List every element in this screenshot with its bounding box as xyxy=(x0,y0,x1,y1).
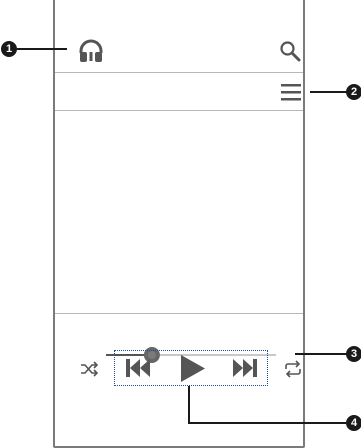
previous-icon[interactable] xyxy=(126,358,150,378)
repeat-icon[interactable] xyxy=(283,360,303,378)
callout-3-line xyxy=(295,353,347,355)
callout-4: 4 xyxy=(346,415,361,431)
content-area xyxy=(55,111,303,313)
play-icon[interactable] xyxy=(180,355,206,382)
menu-icon[interactable] xyxy=(281,84,303,102)
shuffle-icon[interactable] xyxy=(80,361,100,377)
callout-3: 3 xyxy=(346,346,361,362)
callout-4-line-vertical xyxy=(188,386,190,423)
headphones-icon[interactable] xyxy=(78,38,104,64)
callout-4-line xyxy=(188,422,346,424)
next-icon[interactable] xyxy=(233,358,257,378)
controls-divider xyxy=(55,313,303,314)
callout-2-line xyxy=(310,91,347,93)
callout-1: 1 xyxy=(1,41,17,57)
callout-1-line xyxy=(17,48,67,50)
top-bar-divider xyxy=(55,72,303,73)
search-icon[interactable] xyxy=(279,40,301,62)
callout-2: 2 xyxy=(346,84,361,100)
